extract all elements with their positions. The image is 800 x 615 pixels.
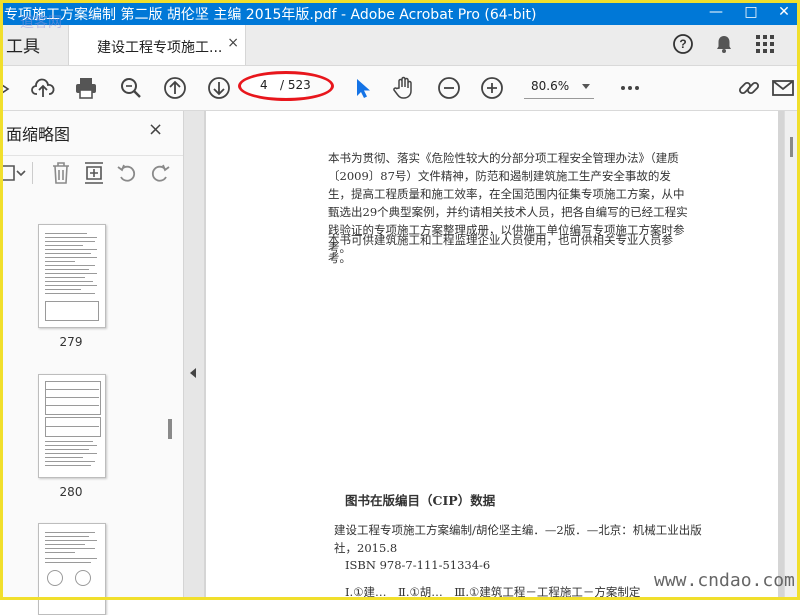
tab-bar: 工具 建设工程专项施工... × ? bbox=[0, 25, 800, 66]
page-paragraph: 本书可供建筑施工和工程监理企业人员使用，也可供相关专业人员参考。 bbox=[328, 233, 673, 265]
tab-document[interactable]: 建设工程专项施工... × bbox=[68, 25, 246, 65]
page-thumbnail[interactable] bbox=[38, 523, 106, 615]
panel-close-icon[interactable]: × bbox=[148, 119, 163, 140]
overflow-chevron-icon[interactable] bbox=[1, 75, 12, 101]
thumbnail-label: 280 bbox=[59, 485, 83, 499]
next-page-icon[interactable] bbox=[206, 75, 232, 101]
watermark-top-left: 道客网 bbox=[20, 15, 62, 31]
zoom-level-select[interactable]: 80.6% bbox=[524, 76, 594, 99]
thumbnails-panel: 面缩略图 × 279 280 bbox=[0, 111, 184, 615]
trash-icon[interactable] bbox=[50, 161, 72, 189]
page-thumbnail[interactable] bbox=[38, 374, 106, 478]
cip-isbn: ISBN 978-7-111-51334-6 bbox=[345, 558, 491, 572]
highlight-circle-annotation bbox=[238, 71, 334, 101]
cip-heading: 图书在版编目（CIP）数据 bbox=[345, 493, 496, 508]
scrollbar-thumb[interactable] bbox=[790, 137, 793, 157]
cip-classification: Ⅰ.①建… Ⅱ.①胡… Ⅲ.①建筑工程－工程施工－方案制定 bbox=[345, 585, 641, 599]
zoom-in-icon[interactable] bbox=[479, 75, 505, 101]
panel-title: 面缩略图 bbox=[6, 125, 71, 144]
cloud-upload-icon[interactable] bbox=[30, 75, 56, 101]
hand-tool-icon[interactable] bbox=[391, 75, 417, 101]
tab-close-icon[interactable]: × bbox=[227, 35, 239, 51]
document-viewer: 本书为贯彻、落实《危险性较大的分部分项工程安全管理办法》（建质〔2009〕87号… bbox=[204, 111, 784, 600]
share-link-icon[interactable] bbox=[736, 75, 762, 101]
minimize-button[interactable]: — bbox=[700, 0, 732, 25]
title-bar: 专项施工方案编制 第二版 胡伦坚 主编 2015年版.pdf - Adobe A… bbox=[0, 0, 800, 25]
document-scrollbar[interactable] bbox=[784, 111, 798, 600]
email-icon[interactable] bbox=[770, 75, 796, 101]
help-icon[interactable]: ? bbox=[672, 33, 694, 59]
more-options-icon[interactable] bbox=[617, 75, 643, 101]
panel-collapse-strip[interactable] bbox=[184, 111, 204, 600]
panel-toolbar bbox=[0, 155, 183, 190]
watermark-bottom-right: www.cndao.com bbox=[654, 570, 795, 591]
tab-tools[interactable]: 工具 bbox=[6, 32, 40, 57]
maximize-button[interactable]: □ bbox=[735, 0, 767, 25]
tab-document-label: 建设工程专项施工... bbox=[97, 40, 223, 56]
svg-text:?: ? bbox=[679, 37, 686, 51]
search-icon[interactable] bbox=[118, 75, 144, 101]
cip-entry: 建设工程专项施工方案编制/胡伦坚主编．—2版．—北京：机械工业出版社，2015.… bbox=[334, 523, 702, 555]
thumbnail-label: 279 bbox=[59, 335, 83, 349]
insert-page-icon[interactable] bbox=[83, 161, 105, 189]
bell-icon[interactable] bbox=[713, 33, 735, 59]
rotate-right-icon[interactable] bbox=[149, 161, 171, 189]
options-dropdown-icon[interactable] bbox=[2, 162, 26, 188]
zoom-out-icon[interactable] bbox=[436, 75, 462, 101]
chevron-down-icon bbox=[582, 84, 590, 89]
collapse-arrow-icon[interactable] bbox=[190, 368, 196, 378]
print-icon[interactable] bbox=[73, 75, 99, 101]
window-title: 专项施工方案编制 第二版 胡伦坚 主编 2015年版.pdf - Adobe A… bbox=[4, 7, 537, 23]
panel-scrollbar[interactable] bbox=[168, 419, 172, 439]
toolbar-divider bbox=[32, 162, 33, 184]
page-thumbnail[interactable] bbox=[38, 224, 106, 328]
select-cursor-icon[interactable] bbox=[350, 75, 376, 101]
rotate-left-icon[interactable] bbox=[116, 161, 138, 189]
main-toolbar: 4 / 523 80.6% bbox=[0, 66, 800, 111]
apps-grid-icon[interactable] bbox=[754, 33, 776, 59]
zoom-level-value: 80.6% bbox=[531, 79, 570, 93]
pdf-page: 本书为贯彻、落实《危险性较大的分部分项工程安全管理办法》（建质〔2009〕87号… bbox=[206, 111, 778, 600]
previous-page-icon[interactable] bbox=[162, 75, 188, 101]
window-close-button[interactable]: ✕ bbox=[768, 0, 800, 25]
